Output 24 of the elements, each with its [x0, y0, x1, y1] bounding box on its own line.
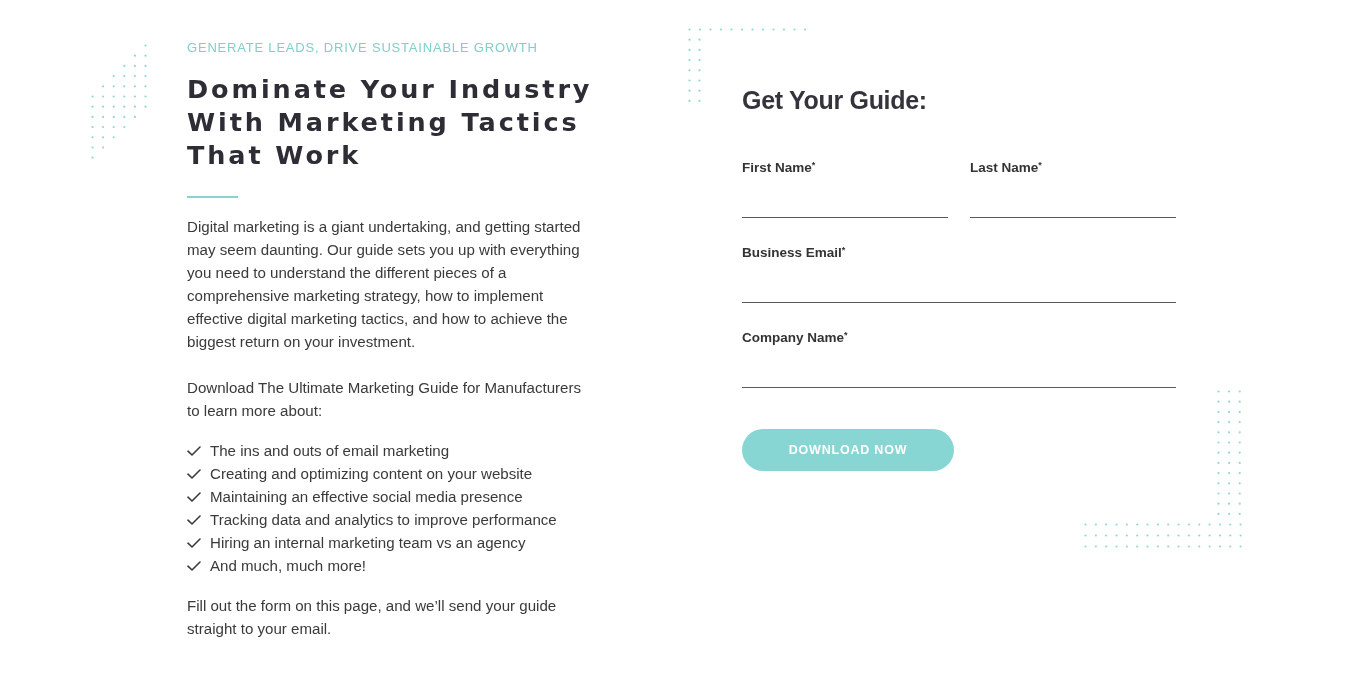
checklist-item: And much, much more!: [210, 556, 367, 576]
body-paragraph: Download The Ultimate Marketing Guide for Manufacturers to learn more about:: [187, 378, 582, 421]
download-button[interactable]: DOWNLOAD NOW: [742, 429, 954, 471]
check-icon: [187, 537, 201, 548]
eyebrow-text: GENERATE LEADS, DRIVE SUSTAINABLE GROWTH: [187, 39, 539, 57]
checklist-item: Tracking data and analytics to improve performance: [210, 510, 557, 530]
field-label: Business Email$^{*}$: [742, 244, 847, 262]
body-paragraph: Digital marketing is a giant undertaking, and getting started may seem daunting. Our guide sets you up with everything you need to understand the different pieces of a comprehensive marketing strategy, how to implement effective digital marketing tactics, and how to achieve the biggest return on your investment.: [187, 217, 582, 352]
check-icon: [187, 514, 201, 525]
field-label: Company Name$^{*}$: [742, 329, 849, 347]
check-icon: [187, 491, 201, 502]
checklist-item: Maintaining an effective social media presence: [210, 487, 523, 507]
checklist-item: The ins and outs of email marketing: [210, 441, 450, 461]
check-icon: [187, 560, 201, 571]
closing-paragraph: Fill out the form on this page, and we’ll send your guide straight to your email.: [187, 596, 558, 639]
checklist-item: Creating and optimizing content on your website: [210, 464, 533, 484]
check-icon: [187, 445, 201, 456]
field-label: First Name$^{*}$: [742, 159, 817, 177]
form-title: Get Your Guide:: [742, 85, 928, 116]
accent-rule: [187, 196, 238, 198]
check-icon: [187, 468, 201, 479]
checklist-item: Hiring an internal marketing team vs an agency: [210, 533, 526, 553]
field-label: Last Name$^{*}$: [970, 159, 1043, 177]
page-heading: Dominate Your Industry With Marketing Tactics That Work: [187, 73, 594, 172]
